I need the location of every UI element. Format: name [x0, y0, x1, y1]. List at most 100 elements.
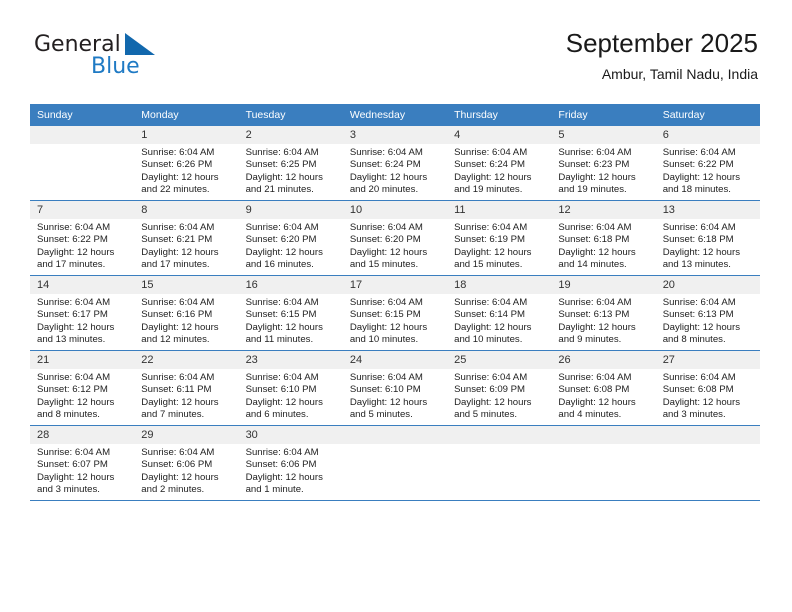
daylight-text-line1: Daylight: 12 hours: [349, 246, 428, 258]
calendar-day-cell[interactable]: 12 Sunrise: 6:04 AM Sunset: 6:18 PM Dayligh…: [551, 200, 656, 276]
calendar-day-cell[interactable]: 3 Sunrise: 6:04 AM Sunset: 6:24 PM Daylight…: [342, 125, 448, 201]
sunrise-text: Sunrise: 6:04 AM: [245, 447, 319, 458]
sunset-text: Sunset: 6:15 PM: [245, 309, 317, 321]
daylight-text-line1: Daylight: 12 hours: [141, 246, 219, 258]
sunrise-text: Sunrise: 6:04 AM: [558, 297, 632, 308]
day-cell-inner: 19 Sunrise: 6:04 AM Sunset: 6:13 PM Dayligh…: [551, 276, 656, 350]
day-number: 13: [655, 201, 760, 219]
day-number: 11: [447, 201, 552, 219]
calendar-week-row: 14 Sunrise: 6:04 AM Sunset: 6:17 PM Dayligh…: [30, 275, 760, 351]
day-cell-inner: 16 Sunrise: 6:04 AM Sunset: 6:15 PM Dayligh…: [238, 276, 343, 350]
day-cell-inner: 18 Sunrise: 6:04 AM Sunset: 6:14 PM Dayligh…: [447, 276, 552, 350]
calendar-day-cell[interactable]: 22 Sunrise: 6:04 AM Sunset: 6:11 PM Dayligh…: [134, 350, 239, 426]
day-details: Sunrise: 6:04 AM Sunset: 6:18 PM Daylight:…: [551, 219, 655, 272]
calendar-day-cell[interactable]: 16 Sunrise: 6:04 AM Sunset: 6:15 PM Dayligh…: [238, 275, 343, 351]
sunrise-text: Sunrise: 6:04 AM: [662, 372, 736, 383]
daylight-text-line1: Daylight: 12 hours: [662, 171, 741, 183]
day-details: Sunrise: 6:04 AM Sunset: 6:06 PM Daylight:…: [134, 444, 238, 497]
day-details: Sunrise: 6:04 AM Sunset: 6:22 PM Daylight:…: [30, 219, 134, 272]
sunset-text: Sunset: 6:20 PM: [245, 234, 317, 246]
sunset-text: Sunset: 6:24 PM: [349, 159, 421, 171]
daylight-text-line2: and 3 minutes.: [662, 409, 726, 421]
calendar-day-cell[interactable]: 23 Sunrise: 6:04 AM Sunset: 6:10 PM Dayligh…: [238, 350, 343, 426]
daylight-text-line1: Daylight: 12 hours: [37, 246, 115, 258]
sunrise-text: Sunrise: 6:04 AM: [558, 222, 632, 233]
sunrise-text: Sunrise: 6:04 AM: [245, 372, 319, 383]
calendar-day-cell[interactable]: 11 Sunrise: 6:04 AM Sunset: 6:19 PM Dayligh…: [447, 200, 552, 276]
sunrise-text: Sunrise: 6:04 AM: [558, 147, 632, 158]
sunset-text: Sunset: 6:18 PM: [558, 234, 630, 246]
calendar-day-cell[interactable]: 18 Sunrise: 6:04 AM Sunset: 6:14 PM Dayligh…: [447, 275, 552, 351]
daylight-text-line2: and 21 minutes.: [245, 184, 314, 196]
day-cell-inner: 24 Sunrise: 6:04 AM Sunset: 6:10 PM Dayligh…: [342, 351, 448, 425]
day-cell-inner: 4 Sunrise: 6:04 AM Sunset: 6:24 PM Daylight…: [447, 126, 552, 200]
daylight-text-line1: Daylight: 12 hours: [558, 396, 636, 408]
daylight-text-line1: Daylight: 12 hours: [558, 171, 636, 183]
calendar-day-cell[interactable]: 7 Sunrise: 6:04 AM Sunset: 6:22 PM Daylight…: [30, 200, 135, 276]
day-cell-inner: 30 Sunrise: 6:04 AM Sunset: 6:06 PM Dayligh…: [238, 426, 343, 500]
calendar-day-cell[interactable]: 13 Sunrise: 6:04 AM Sunset: 6:18 PM Dayligh…: [655, 200, 760, 276]
sunrise-text: Sunrise: 6:04 AM: [37, 372, 111, 383]
calendar-day-cell[interactable]: 2 Sunrise: 6:04 AM Sunset: 6:25 PM Daylight…: [238, 125, 343, 201]
general-blue-logo[interactable]: General Blue: [34, 32, 184, 84]
day-number: 5: [551, 126, 656, 144]
title-block: September 2025 Ambur, Tamil Nadu, India: [566, 27, 758, 84]
day-cell-inner: 28 Sunrise: 6:04 AM Sunset: 6:07 PM Dayligh…: [30, 426, 135, 500]
calendar-day-cell[interactable]: 8 Sunrise: 6:04 AM Sunset: 6:21 PM Daylight…: [134, 200, 239, 276]
sunrise-text: Sunrise: 6:04 AM: [349, 222, 423, 233]
day-cell-inner: 9 Sunrise: 6:04 AM Sunset: 6:20 PM Daylight…: [238, 201, 343, 275]
calendar-day-cell[interactable]: 10 Sunrise: 6:04 AM Sunset: 6:20 PM Dayligh…: [342, 200, 448, 276]
sunset-text: Sunset: 6:16 PM: [141, 309, 213, 321]
calendar-day-cell[interactable]: 30 Sunrise: 6:04 AM Sunset: 6:06 PM Dayligh…: [238, 425, 343, 501]
sunrise-text: Sunrise: 6:04 AM: [454, 222, 528, 233]
calendar-day-cell[interactable]: 26 Sunrise: 6:04 AM Sunset: 6:08 PM Dayligh…: [551, 350, 656, 426]
calendar-day-cell[interactable]: 1 Sunrise: 6:04 AM Sunset: 6:26 PM Daylight…: [134, 125, 239, 201]
calendar-day-cell[interactable]: 4 Sunrise: 6:04 AM Sunset: 6:24 PM Daylight…: [447, 125, 552, 201]
calendar-day-cell[interactable]: 24 Sunrise: 6:04 AM Sunset: 6:10 PM Dayligh…: [342, 350, 448, 426]
sunset-text: Sunset: 6:14 PM: [454, 309, 526, 321]
page-subtitle: Ambur, Tamil Nadu, India: [601, 66, 758, 82]
sunrise-text: Sunrise: 6:04 AM: [245, 222, 319, 233]
calendar-day-cell[interactable]: 27 Sunrise: 6:04 AM Sunset: 6:08 PM Dayligh…: [655, 350, 760, 426]
sunset-text: Sunset: 6:21 PM: [141, 234, 213, 246]
sunrise-text: Sunrise: 6:04 AM: [662, 297, 736, 308]
day-cell-inner: [342, 426, 448, 500]
calendar-day-cell[interactable]: 9 Sunrise: 6:04 AM Sunset: 6:20 PM Daylight…: [238, 200, 343, 276]
day-number: [447, 426, 552, 444]
calendar-day-cell[interactable]: 5 Sunrise: 6:04 AM Sunset: 6:23 PM Daylight…: [551, 125, 656, 201]
day-details: Sunrise: 6:04 AM Sunset: 6:26 PM Daylight:…: [134, 144, 238, 197]
calendar-week-row: 28 Sunrise: 6:04 AM Sunset: 6:07 PM Dayligh…: [30, 425, 760, 501]
calendar-day-cell[interactable]: 17 Sunrise: 6:04 AM Sunset: 6:15 PM Dayligh…: [342, 275, 448, 351]
calendar-day-cell[interactable]: 14 Sunrise: 6:04 AM Sunset: 6:17 PM Dayligh…: [30, 275, 135, 351]
day-details: Sunrise: 6:04 AM Sunset: 6:10 PM Daylight:…: [239, 369, 343, 422]
day-number: 26: [551, 351, 656, 369]
daylight-text-line2: and 8 minutes.: [662, 334, 726, 346]
weekday-header-tuesday: Tuesday: [238, 104, 343, 126]
calendar-day-cell[interactable]: 19 Sunrise: 6:04 AM Sunset: 6:13 PM Dayligh…: [551, 275, 656, 351]
day-number: 12: [551, 201, 656, 219]
sunrise-text: Sunrise: 6:04 AM: [37, 447, 111, 458]
daylight-text-line2: and 20 minutes.: [349, 184, 419, 196]
day-number: 20: [655, 276, 760, 294]
day-number: 8: [134, 201, 239, 219]
daylight-text-line2: and 15 minutes.: [454, 259, 523, 271]
calendar-day-cell[interactable]: 25 Sunrise: 6:04 AM Sunset: 6:09 PM Dayligh…: [447, 350, 552, 426]
daylight-text-line2: and 2 minutes.: [141, 484, 205, 496]
calendar-body: 1 Sunrise: 6:04 AM Sunset: 6:26 PM Daylight…: [30, 125, 760, 501]
day-details: Sunrise: 6:04 AM Sunset: 6:06 PM Daylight:…: [239, 444, 343, 497]
day-cell-inner: 11 Sunrise: 6:04 AM Sunset: 6:19 PM Dayligh…: [447, 201, 552, 275]
calendar-day-cell[interactable]: 21 Sunrise: 6:04 AM Sunset: 6:12 PM Dayligh…: [30, 350, 135, 426]
sunset-text: Sunset: 6:25 PM: [245, 159, 317, 171]
daylight-text-line1: Daylight: 12 hours: [454, 246, 532, 258]
sunrise-text: Sunrise: 6:04 AM: [245, 297, 319, 308]
calendar-day-cell[interactable]: 20 Sunrise: 6:04 AM Sunset: 6:13 PM Dayligh…: [655, 275, 760, 351]
calendar-day-cell[interactable]: 15 Sunrise: 6:04 AM Sunset: 6:16 PM Dayligh…: [134, 275, 239, 351]
daylight-text-line2: and 10 minutes.: [349, 334, 419, 346]
calendar-day-cell[interactable]: 28 Sunrise: 6:04 AM Sunset: 6:07 PM Dayligh…: [30, 425, 135, 501]
sunset-text: Sunset: 6:11 PM: [141, 384, 212, 396]
sunrise-text: Sunrise: 6:04 AM: [558, 372, 632, 383]
sunset-text: Sunset: 6:20 PM: [349, 234, 421, 246]
sunset-text: Sunset: 6:10 PM: [245, 384, 317, 396]
calendar-day-cell[interactable]: 6 Sunrise: 6:04 AM Sunset: 6:22 PM Daylight…: [655, 125, 760, 201]
calendar-day-cell[interactable]: 29 Sunrise: 6:04 AM Sunset: 6:06 PM Dayligh…: [134, 425, 239, 501]
